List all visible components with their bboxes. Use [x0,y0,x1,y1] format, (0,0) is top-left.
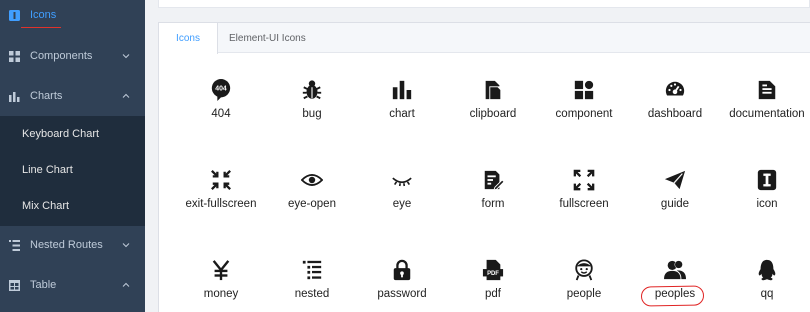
icon-item-documentation[interactable]: documentation [722,78,810,138]
icon-item-qq[interactable]: qq [722,258,810,312]
icon-name: documentation [729,108,805,120]
submenu-item-keyboard-chart[interactable]: Keyboard Chart [0,116,145,152]
icon-item-form[interactable]: form [448,168,538,228]
nested-icon [300,258,324,282]
icon-item-icon[interactable]: icon [722,168,810,228]
charts-submenu: Keyboard Chart Line Chart Mix Chart [0,116,145,226]
svg-text:PDF: PDF [487,271,499,277]
peoples-icon [663,258,687,282]
money-icon [209,258,233,282]
clipboard-icon [481,78,505,102]
icon-name: qq [760,288,774,300]
icon-name: component [555,108,613,120]
fullscreen-icon [572,168,596,192]
password-icon [390,258,414,282]
icon-icon [755,168,779,192]
icon-item-chart[interactable]: chart [357,78,447,138]
pdf-icon: PDF [481,258,505,282]
icon-name: people [566,288,602,300]
grid-icon [8,50,20,62]
icon-name: guide [660,198,690,210]
icon-item-nested[interactable]: nested [267,258,357,312]
icon-name: form [481,198,505,210]
icon-item-404[interactable]: 404 404 [176,78,266,138]
people-icon [572,258,596,282]
icon-item-clipboard[interactable]: clipboard [448,78,538,138]
icon-name: exit-fullscreen [185,198,257,210]
icon-item-dashboard[interactable]: dashboard [630,78,720,138]
icon-name: bug [302,108,322,120]
sidebar-item-table[interactable]: Table [0,267,145,303]
tab-bar: Icons Element-UI Icons [159,23,810,54]
icon-item-money[interactable]: money [176,258,266,312]
icon-item-pdf[interactable]: PDF pdf [448,258,538,312]
icon-item-eye-open[interactable]: eye-open [267,168,357,228]
component-icon [572,78,596,102]
icon-name: dashboard [647,108,703,120]
guide-icon [663,168,687,192]
sidebar: Icons Components Charts Keyboard Chart L… [0,0,145,312]
eye-icon [390,168,414,192]
chevron-down-icon [122,54,130,59]
header-card [158,0,810,8]
icon-item-guide[interactable]: guide [630,168,720,228]
annotation-circle [640,285,705,307]
annotation-underline [21,27,61,28]
svg-text:404: 404 [215,85,227,92]
icon-name: nested [294,288,330,300]
sidebar-item-label: Charts [30,90,63,102]
documentation-icon [755,78,779,102]
sidebar-item-label: Icons [30,9,57,21]
list-icon [8,239,20,251]
icon-name: pdf [485,288,501,300]
icon-name: money [203,288,239,300]
sidebar-item-label: Components [30,50,93,62]
icon-item-component[interactable]: component [539,78,629,138]
sidebar-item-label: Nested Routes [30,239,103,251]
icon-square-icon [8,9,20,21]
sidebar-item-charts[interactable]: Charts [0,78,145,114]
bar-chart-icon [8,90,20,102]
chevron-up-icon [122,93,130,98]
icon-name: fullscreen [559,198,609,210]
icon-item-exit-fullscreen[interactable]: exit-fullscreen [176,168,266,228]
chevron-up-icon [122,282,130,287]
icon-name: eye [392,198,412,210]
icon-name: icon [756,198,778,210]
qq-icon [755,258,779,282]
form-icon [481,168,505,192]
icon-name: password [377,288,427,300]
dashboard-icon [663,78,687,102]
submenu-item-mix-chart[interactable]: Mix Chart [0,188,145,224]
sidebar-item-label: Table [30,279,57,291]
icon-item-eye[interactable]: eye [357,168,447,228]
tab-element-ui-icons[interactable]: Element-UI Icons [229,23,306,54]
sidebar-item-components[interactable]: Components [0,38,145,74]
chart-icon [390,78,414,102]
sidebar-item-icons[interactable]: Icons [0,0,145,30]
404-icon: 404 [209,78,233,102]
eye-open-icon [300,168,324,192]
icon-name: 404 [211,108,231,120]
exit-fullscreen-icon [209,168,233,192]
icon-name: clipboard [469,108,517,120]
icon-item-password[interactable]: password [357,258,447,312]
bug-icon [300,78,324,102]
icon-item-people[interactable]: people [539,258,629,312]
icon-item-bug[interactable]: bug [267,78,357,138]
sidebar-item-nested-routes[interactable]: Nested Routes [0,227,145,263]
icon-name: chart [389,108,415,120]
table-icon [8,279,20,291]
submenu-item-line-chart[interactable]: Line Chart [0,152,145,188]
chevron-down-icon [122,243,130,248]
icon-name: eye-open [288,198,336,210]
icon-item-fullscreen[interactable]: fullscreen [539,168,629,228]
tab-icons[interactable]: Icons [159,23,218,54]
